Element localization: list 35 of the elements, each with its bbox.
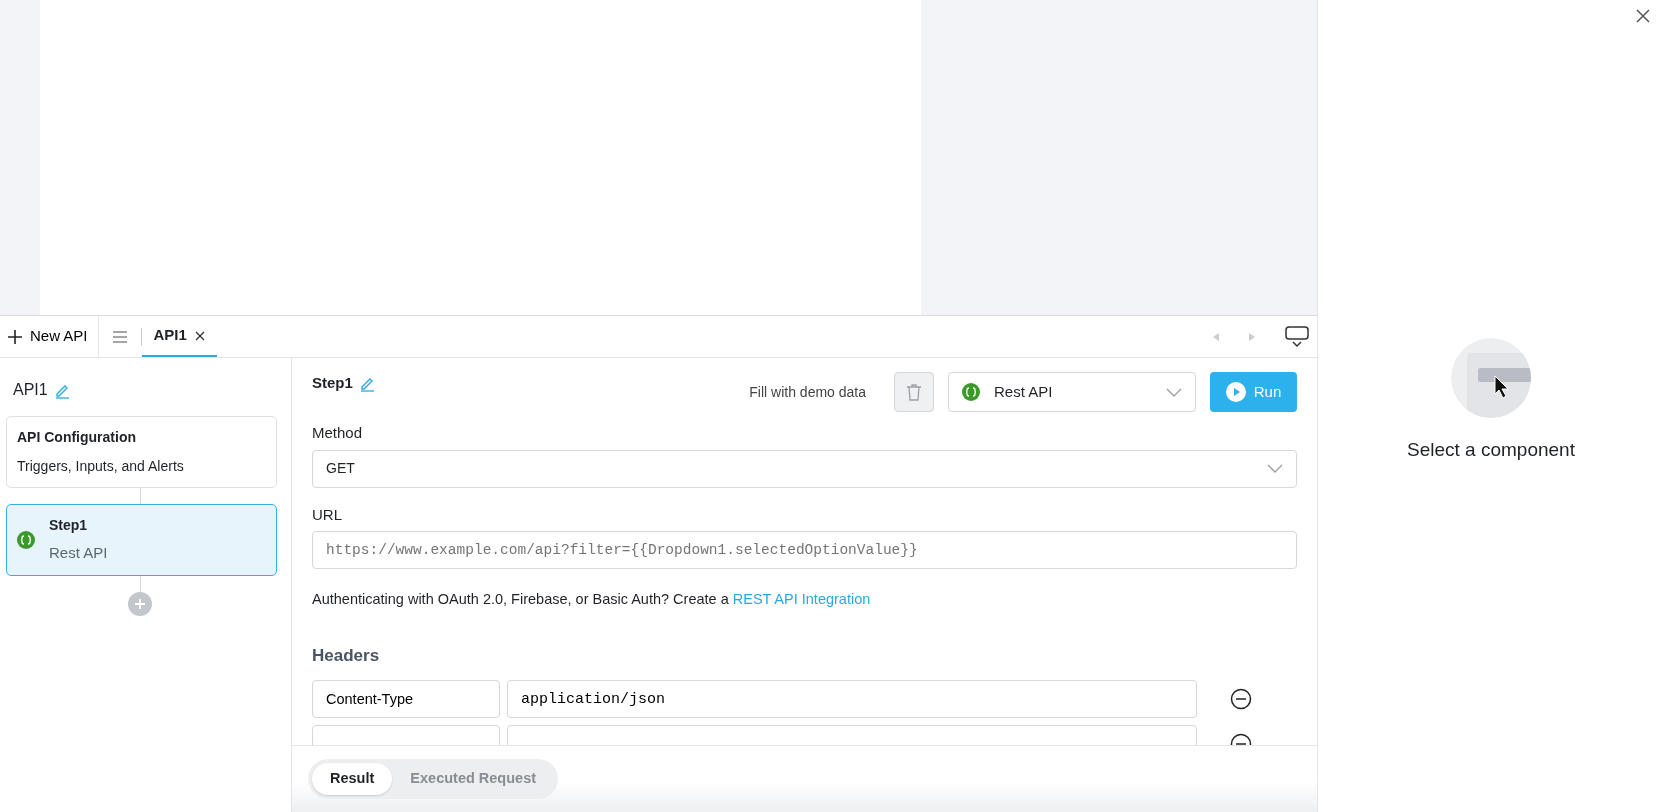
remove-icon[interactable] bbox=[1230, 688, 1252, 711]
close-icon[interactable] bbox=[194, 330, 205, 341]
chevron-down-icon bbox=[1166, 387, 1182, 397]
braces-icon bbox=[17, 530, 35, 549]
result-tab[interactable]: Result bbox=[312, 763, 393, 795]
delete-button[interactable] bbox=[894, 372, 934, 412]
url-field[interactable]: https://www.example.com/api?filter={{Dropdown1.selectedOptionValue}} bbox=[312, 531, 1297, 569]
header-key-field[interactable]: Content-Type bbox=[312, 680, 500, 719]
auth-help-text: Authenticating with OAuth 2.0, Firebase, or Basic Auth? Create a REST API Integration bbox=[312, 590, 872, 609]
empty-state-message: Select a component bbox=[1407, 438, 1575, 462]
chevron-right-icon[interactable] bbox=[1249, 332, 1255, 341]
trash-icon bbox=[906, 383, 922, 401]
braces-icon bbox=[962, 383, 980, 401]
plus-icon bbox=[8, 329, 22, 344]
sidebar-item[interactable]: API Configuration Triggers, Inputs, and Alerts bbox=[6, 416, 277, 488]
plus-icon bbox=[134, 597, 146, 610]
api-title: API1 bbox=[13, 380, 48, 400]
chevron-left-icon[interactable] bbox=[1213, 332, 1219, 341]
add-step-button[interactable] bbox=[128, 591, 152, 616]
sidebar-item[interactable]: Step1 Rest API bbox=[6, 504, 277, 576]
menu-icon[interactable] bbox=[112, 330, 127, 343]
resource-select[interactable]: Rest API bbox=[948, 372, 1196, 412]
panel-toggle-icon[interactable] bbox=[1285, 325, 1309, 348]
field-label: URL bbox=[312, 504, 343, 525]
step-title: Step1 bbox=[312, 373, 353, 393]
close-icon[interactable] bbox=[1636, 9, 1650, 23]
editor-tab[interactable]: API1 bbox=[141, 316, 217, 357]
play-icon bbox=[1225, 382, 1246, 402]
method-select[interactable]: GET bbox=[312, 449, 1297, 488]
demo-data-link[interactable]: Fill with demo data bbox=[749, 381, 866, 403]
new-api-button[interactable]: New API bbox=[8, 316, 99, 357]
field-label: Method bbox=[312, 423, 364, 443]
chevron-down-icon bbox=[1267, 464, 1283, 473]
section-heading: Headers bbox=[312, 644, 381, 667]
header-value-field[interactable]: application/json bbox=[507, 680, 1197, 719]
